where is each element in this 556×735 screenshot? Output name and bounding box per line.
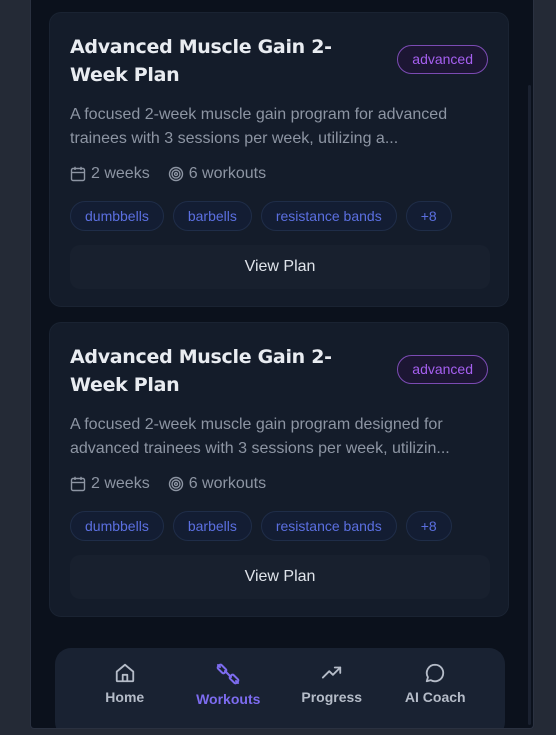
nav-item-home[interactable]: Home [80,648,170,728]
nav-label: Workouts [196,691,261,707]
nav-label: Progress [301,689,363,705]
plan-card: Advanced Muscle Gain 2-Week Plan advance… [49,12,509,307]
equipment-tag: dumbbells [70,511,164,541]
equipment-tags: dumbbells barbells resistance bands +8 [70,201,461,231]
dumbbell-icon [216,663,240,685]
calendar-icon [70,476,86,492]
duration-label: 2 weeks [91,165,150,182]
nav-label: AI Coach [404,689,466,705]
nav-label: Home [105,689,145,705]
plan-title: Advanced Muscle Gain 2-Week Plan [70,346,332,396]
scrollbar[interactable] [528,85,531,725]
duration-label: 2 weeks [91,475,150,492]
plan-card: Advanced Muscle Gain 2-Week Plan advance… [49,322,509,617]
bottom-nav: Home Workouts Progress AI Coach [55,648,505,728]
equipment-tag: dumbbells [70,201,164,231]
plan-description: A focused 2-week muscle gain program des… [70,416,450,457]
plan-description: A focused 2-week muscle gain program for… [70,106,448,147]
equipment-tag: barbells [172,201,252,231]
equipment-tags: dumbbells barbells resistance bands +8 [70,511,461,541]
target-icon [168,166,183,182]
target-icon [168,476,183,492]
plan-meta: 2 weeks 6 workouts [70,475,284,493]
more-equipment-tag: +8 [405,201,452,231]
nav-item-ai-coach[interactable]: AI Coach [390,648,480,728]
view-plan-button[interactable]: View Plan [70,245,490,289]
app-screen: Advanced Muscle Gain 2-Week Plan advance… [30,0,534,729]
plan-title: Advanced Muscle Gain 2-Week Plan [70,36,332,86]
level-badge: advanced [397,45,488,74]
home-icon [115,663,134,683]
workouts-label: 6 workouts [188,165,267,182]
nav-item-progress[interactable]: Progress [287,648,377,728]
plan-meta: 2 weeks 6 workouts [70,165,284,183]
equipment-tag: resistance bands [260,511,397,541]
workouts-label: 6 workouts [188,475,267,492]
workout-count: 6 workouts [168,165,266,183]
more-equipment-tag: +8 [405,511,452,541]
equipment-tag: barbells [172,511,252,541]
trending-up-icon [321,666,341,679]
workout-count: 6 workouts [168,475,266,493]
equipment-tag: resistance bands [260,201,397,231]
level-badge: advanced [397,355,488,384]
view-plan-button[interactable]: View Plan [70,555,490,599]
duration: 2 weeks [70,165,150,183]
calendar-icon [70,166,86,182]
duration: 2 weeks [70,475,150,493]
chat-bubble-icon [426,663,445,683]
nav-item-workouts[interactable]: Workouts [183,648,273,728]
